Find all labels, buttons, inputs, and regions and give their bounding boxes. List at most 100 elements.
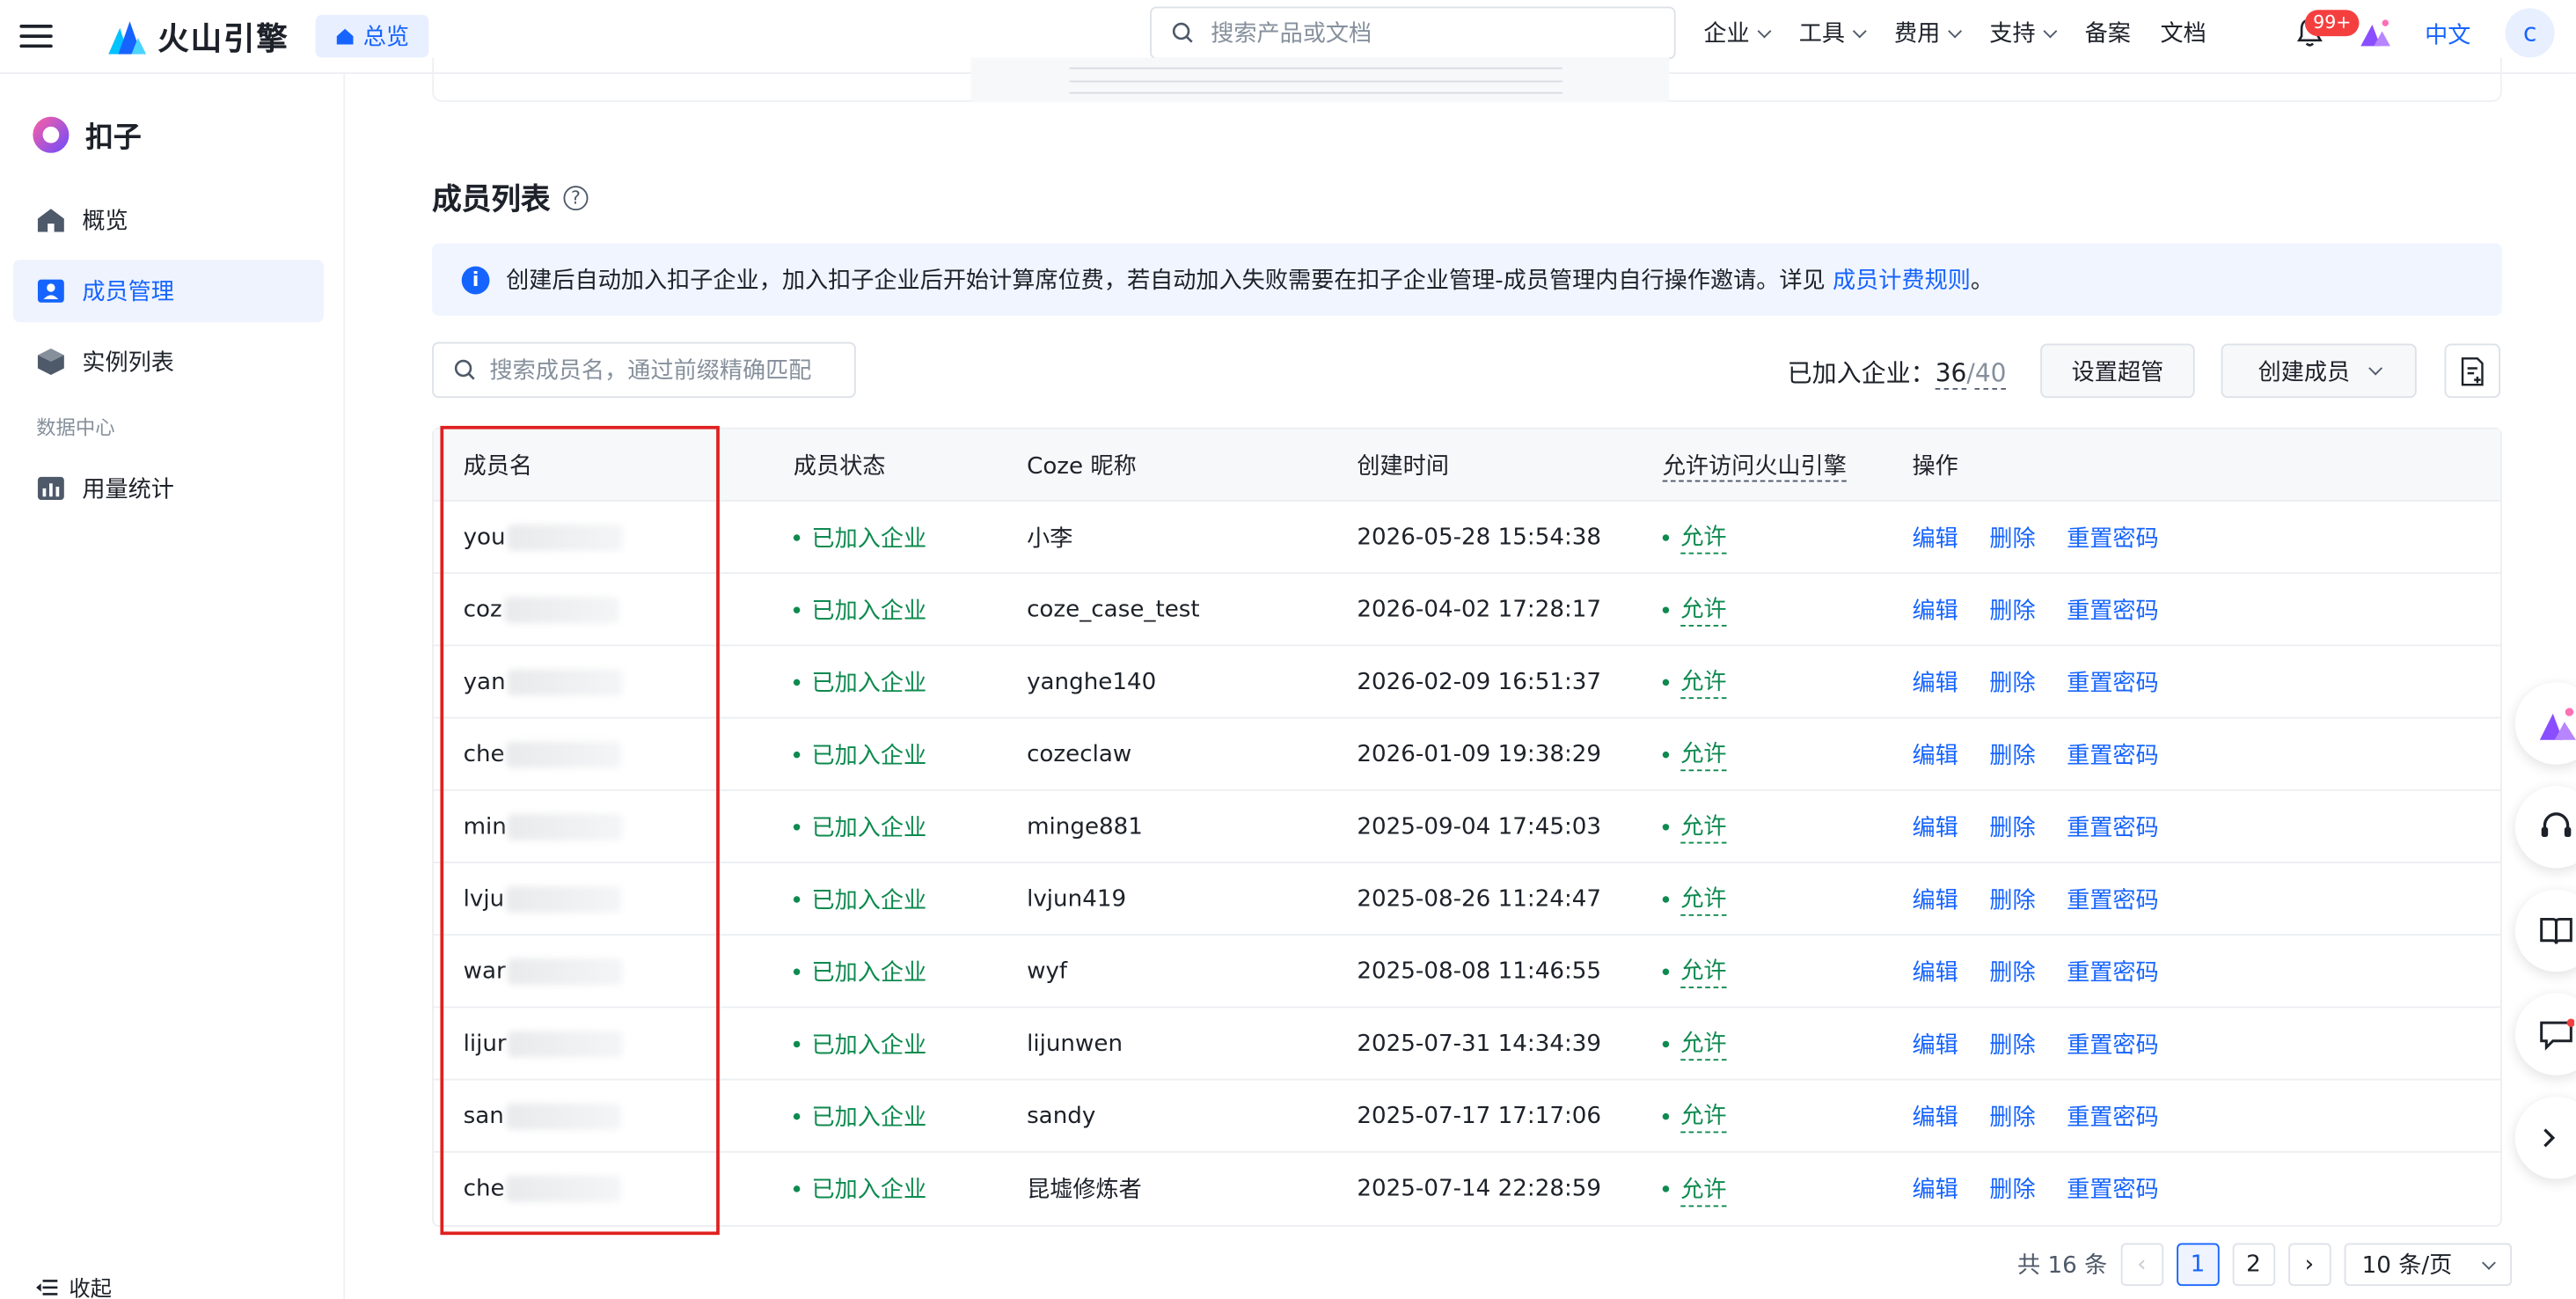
global-search-input[interactable]: 搜索产品或文档 (1150, 6, 1676, 60)
created-time: 2025-07-17 17:17:06 (1357, 1102, 1602, 1129)
chevron-down-icon (1852, 23, 1867, 38)
ai-assistant-icon[interactable] (2359, 17, 2391, 49)
access-cell: 允许 (1648, 592, 1913, 627)
edit-button[interactable]: 编辑 (1913, 882, 1958, 914)
chevron-down-icon (2367, 361, 2382, 376)
home-tab-label: 总览 (362, 25, 409, 51)
document-export-icon (2461, 356, 2484, 385)
coze-nickname: coze_case_test (1027, 596, 1200, 623)
preview-thumbnail (970, 57, 1670, 102)
nav-filing[interactable]: 备案 (2085, 17, 2131, 49)
delete-button[interactable]: 删除 (1989, 665, 2035, 698)
help-icon[interactable]: ? (563, 185, 589, 210)
export-button[interactable] (2444, 343, 2501, 399)
reset-password-button[interactable]: 重置密码 (2067, 665, 2159, 698)
access-status: 允许 (1680, 881, 1727, 916)
delete-button[interactable]: 删除 (1989, 882, 2035, 914)
status-dot-icon (1662, 823, 1670, 830)
status-dot-icon (793, 1039, 801, 1047)
user-avatar[interactable]: c (2505, 8, 2555, 58)
create-member-button[interactable]: 创建成员 (2221, 343, 2417, 399)
sidebar-item-instances[interactable]: 实例列表 (13, 331, 324, 393)
table-row: yan 已加入企业 yanghe140 2026-02-09 16:51:37 允许 编辑… (433, 646, 2501, 719)
access-cell: 允许 (1648, 1026, 1913, 1061)
delete-button[interactable]: 删除 (1989, 738, 2035, 770)
reset-password-button[interactable]: 重置密码 (2067, 955, 2159, 987)
reset-password-button[interactable]: 重置密码 (2067, 1027, 2159, 1060)
menu-icon[interactable] (19, 25, 53, 48)
sidebar-item-usage-stats[interactable]: 用量统计 (13, 457, 324, 519)
edit-button[interactable]: 编辑 (1913, 593, 1958, 626)
edit-button[interactable]: 编辑 (1913, 1099, 1958, 1132)
volcano-logo-icon (108, 21, 147, 55)
joined-label: 已加入企业： (1787, 358, 1936, 388)
chevron-down-icon (2481, 1255, 2496, 1269)
created-time: 2025-08-26 11:24:47 (1357, 885, 1602, 913)
member-status-cell: 已加入企业 (721, 665, 1002, 698)
edit-button[interactable]: 编辑 (1913, 665, 1958, 698)
reset-password-button[interactable]: 重置密码 (2067, 810, 2159, 842)
nav-billing[interactable]: 费用 (1893, 17, 1963, 49)
reset-password-button[interactable]: 重置密码 (2067, 1172, 2159, 1205)
collapse-icon (36, 1279, 58, 1295)
header-member-status: 成员状态 (793, 452, 886, 480)
edit-button[interactable]: 编辑 (1913, 520, 1958, 553)
home-tab[interactable]: 总览 (315, 14, 429, 58)
next-page-button[interactable]: › (2287, 1243, 2331, 1287)
reset-password-button[interactable]: 重置密码 (2067, 1099, 2159, 1132)
delete-button[interactable]: 删除 (1989, 1172, 2035, 1205)
edit-button[interactable]: 编辑 (1913, 955, 1958, 987)
page-1-button[interactable]: 1 (2176, 1243, 2220, 1287)
reset-password-button[interactable]: 重置密码 (2067, 593, 2159, 626)
member-search-input[interactable]: 搜索成员名，通过前缀精确匹配 (432, 341, 856, 399)
edit-button[interactable]: 编辑 (1913, 1172, 1958, 1205)
table-row: min 已加入企业 minge881 2025-09-04 17:45:03 允许 编辑删… (433, 791, 2501, 863)
delete-button[interactable]: 删除 (1989, 520, 2035, 553)
coze-nickname: wyf (1027, 958, 1068, 985)
member-status: 已加入企业 (811, 814, 927, 841)
nav-docs[interactable]: 文档 (2160, 17, 2206, 49)
coze-logo-icon (33, 115, 70, 152)
sidebar-item-member-management[interactable]: 成员管理 (12, 260, 324, 323)
delete-button[interactable]: 删除 (1989, 955, 2035, 987)
nav-docs-label: 文档 (2160, 21, 2206, 48)
status-dot-icon (1662, 533, 1670, 540)
reset-password-button[interactable]: 重置密码 (2067, 738, 2159, 770)
page-size-select[interactable]: 10 条/页 (2344, 1243, 2512, 1287)
table-row: war 已加入企业 wyf 2025-08-08 11:46:55 允许 编辑 删除 重置密码 (433, 936, 2501, 1009)
edit-button[interactable]: 编辑 (1913, 738, 1958, 770)
table-row: you 已加入企业 小李 2026-05-28 15:54:38 允许 编辑 删除 重置密码 (433, 502, 2501, 575)
language-switch[interactable]: 中文 (2425, 18, 2470, 51)
reset-password-button[interactable]: 重置密码 (2067, 520, 2159, 553)
delete-button[interactable]: 删除 (1989, 1027, 2035, 1060)
page-size-value: 10 条/页 (2361, 1252, 2453, 1280)
delete-button[interactable]: 删除 (1989, 593, 2035, 626)
nav-tools[interactable]: 工具 (1799, 17, 1867, 49)
coze-nickname: 昆墟修炼者 (1027, 1177, 1142, 1204)
status-dot-icon (1662, 1112, 1670, 1119)
member-table: 成员名 成员状态 Coze 昵称 创建时间 允许访问火山引擎 操作 you 已加入… (432, 427, 2502, 1227)
sidebar-collapse-button[interactable]: 收起 (36, 1271, 112, 1299)
delete-button[interactable]: 删除 (1989, 810, 2035, 842)
nav-support[interactable]: 支持 (1989, 17, 2058, 49)
search-icon (1172, 22, 1193, 43)
nav-billing-label: 费用 (1893, 21, 1941, 48)
member-status-cell: 已加入企业 (721, 738, 1002, 770)
access-status: 允许 (1680, 1098, 1727, 1134)
edit-button[interactable]: 编辑 (1913, 1027, 1958, 1060)
billing-rules-link[interactable]: 成员计费规则 (1833, 268, 1971, 295)
member-status: 已加入企业 (811, 959, 927, 987)
reset-password-button[interactable]: 重置密码 (2067, 882, 2159, 914)
prev-page-button[interactable]: ‹ (2120, 1243, 2163, 1287)
delete-button[interactable]: 删除 (1989, 1099, 2035, 1132)
status-dot-icon (793, 678, 801, 686)
brand-logo[interactable]: 火山引擎 (106, 14, 289, 58)
sidebar-item-overview[interactable]: 概览 (13, 189, 324, 252)
access-status: 允许 (1680, 519, 1727, 554)
nav-enterprise[interactable]: 企业 (1703, 17, 1772, 49)
joined-separator: / (1966, 358, 1975, 388)
page-2-button[interactable]: 2 (2232, 1243, 2275, 1287)
table-row: lijur 已加入企业 lijunwen 2025-07-31 14:34:39 允许编… (433, 1008, 2501, 1081)
set-super-admin-button[interactable]: 设置超管 (2040, 343, 2195, 399)
edit-button[interactable]: 编辑 (1913, 810, 1958, 842)
